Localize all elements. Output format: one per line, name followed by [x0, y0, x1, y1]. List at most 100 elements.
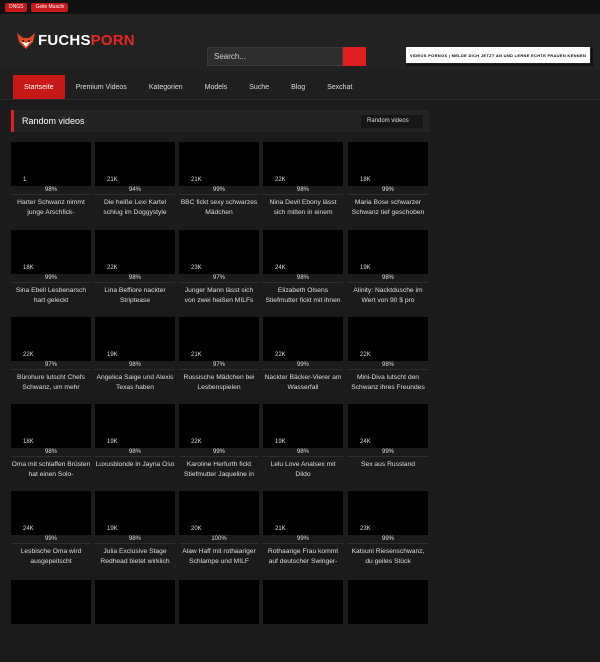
- video-thumbnail[interactable]: 22K: [95, 230, 175, 274]
- video-thumbnail[interactable]: 21K: [179, 142, 259, 186]
- video-card[interactable]: [348, 580, 428, 662]
- video-thumbnail[interactable]: 19K: [95, 491, 175, 535]
- video-card[interactable]: [95, 580, 175, 662]
- video-title[interactable]: Die heiße Lexi Kartel schlug im Doggysty…: [95, 198, 175, 219]
- video-title[interactable]: Alaw Haff mit rothaariger Schlampe und M…: [179, 547, 259, 568]
- video-title[interactable]: Karoline Herfurth fickt Stiefmutter Jaqu…: [179, 460, 259, 481]
- video-title[interactable]: Alinity: Nacktdusche im Wert von 90 $ pr…: [348, 286, 428, 307]
- video-card[interactable]: 20K 100% Alaw Haff mit rothaariger Schlamp…: [179, 491, 259, 573]
- video-thumbnail[interactable]: 22K: [348, 317, 428, 361]
- video-card[interactable]: 22K 98% Lina Beffiore nackter Striptease: [95, 230, 175, 312]
- video-thumbnail[interactable]: 20K: [179, 491, 259, 535]
- nav-item-premium-videos[interactable]: Premium Videos: [65, 75, 138, 99]
- video-thumbnail[interactable]: 22K: [263, 142, 343, 186]
- video-thumbnail[interactable]: 22K: [11, 317, 91, 361]
- video-card[interactable]: [263, 580, 343, 662]
- video-title[interactable]: Lesbische Oma wird ausgepeitscht: [11, 547, 91, 568]
- nav-item-sexchat[interactable]: Sexchat: [316, 75, 363, 99]
- nav-item-suche[interactable]: Suche: [238, 75, 280, 99]
- video-card[interactable]: 23K 97% Junger Mann lässt sich von zwei he…: [179, 230, 259, 312]
- video-title[interactable]: Elizabeth Olsens Stiefmutter fickt mit i…: [263, 286, 343, 307]
- video-card[interactable]: 21K 99% BBC fickt sexy schwarzes Mädchen: [179, 142, 259, 224]
- video-title[interactable]: Mini-Diva lutscht den Schwanz ihres Freu…: [348, 373, 428, 394]
- video-thumbnail[interactable]: 24K: [263, 230, 343, 274]
- video-thumbnail[interactable]: 24K: [11, 491, 91, 535]
- video-thumbnail[interactable]: 22K: [179, 404, 259, 448]
- video-card[interactable]: 21K 97% Russische Mädchen bei Lesbenspiele…: [179, 317, 259, 399]
- video-thumbnail[interactable]: 1: [11, 142, 91, 186]
- video-title[interactable]: Sex aus Russland: [348, 460, 428, 481]
- video-card[interactable]: [11, 580, 91, 662]
- video-title[interactable]: Sina Ebell Lesbenarsch hart geleckt: [11, 286, 91, 307]
- video-thumbnail[interactable]: [348, 580, 428, 624]
- video-card[interactable]: 1 98% Harter Schwanz nimmt junge Arschfick…: [11, 142, 91, 224]
- video-title[interactable]: Maria Bose schwarzer Schwanz tief gescho…: [348, 198, 428, 219]
- video-title[interactable]: BBC fickt sexy schwarzes Mädchen: [179, 198, 259, 219]
- video-card[interactable]: 19K 98% Luxusblonde in Jayna Oso: [95, 404, 175, 486]
- video-card[interactable]: 22K 98% Mini-Diva lutscht den Schwanz ihre…: [348, 317, 428, 399]
- video-card[interactable]: 23K 99% Katsuni Riesenschwanz, du geiles S…: [348, 491, 428, 573]
- video-card[interactable]: 19K 98% Angelica Saige und Alexis Texas ha…: [95, 317, 175, 399]
- video-thumbnail[interactable]: 22K: [263, 317, 343, 361]
- video-title[interactable]: Luxusblonde in Jayna Oso: [95, 460, 175, 481]
- video-thumbnail[interactable]: 18K: [348, 142, 428, 186]
- site-logo[interactable]: FUCHSPORN: [17, 32, 135, 49]
- video-title[interactable]: Nina Devil Ebony lässt sich mitten in ei…: [263, 198, 343, 219]
- video-thumbnail[interactable]: 21K: [179, 317, 259, 361]
- video-card[interactable]: 22K 97% Bürohure lutscht Chefs Schwanz, um…: [11, 317, 91, 399]
- nav-item-startseite[interactable]: Startseite: [13, 75, 65, 99]
- video-title[interactable]: Angelica Saige und Alexis Texas haben: [95, 373, 175, 394]
- video-card[interactable]: 24K 99% Sex aus Russland: [348, 404, 428, 486]
- video-title[interactable]: Russische Mädchen bei Lesbenspielen: [179, 373, 259, 394]
- video-thumbnail[interactable]: 21K: [95, 142, 175, 186]
- search-button[interactable]: [343, 47, 366, 66]
- video-title[interactable]: Rothaarige Frau kommt auf deutscher Swin…: [263, 547, 343, 568]
- sort-select[interactable]: Random videos: [361, 114, 423, 128]
- video-card[interactable]: 24K 98% Elizabeth Olsens Stiefmutter fickt…: [263, 230, 343, 312]
- video-card[interactable]: 21K 99% Rothaarige Frau kommt auf deutsche…: [263, 491, 343, 573]
- video-title[interactable]: Junger Mann lässt sich von zwei heißen M…: [179, 286, 259, 307]
- video-title[interactable]: Oma mit schlaffen Brüsten hat einen Solo…: [11, 460, 91, 481]
- top-tag-1[interactable]: DNGS: [5, 2, 28, 12]
- video-title[interactable]: Bürohure lutscht Chefs Schwanz, um mehr: [11, 373, 91, 394]
- video-card[interactable]: 24K 99% Lesbische Oma wird ausgepeitscht: [11, 491, 91, 573]
- video-title[interactable]: Julia Exclusive Stage Redhead bietet wir…: [95, 547, 175, 568]
- video-card[interactable]: 18K 99% Maria Bose schwarzer Schwanz tief …: [348, 142, 428, 224]
- video-thumbnail[interactable]: [11, 580, 91, 624]
- video-card[interactable]: 21K 94% Die heiße Lexi Kartel schlug im Do…: [95, 142, 175, 224]
- video-thumbnail[interactable]: [263, 580, 343, 624]
- video-thumbnail[interactable]: 24K: [348, 404, 428, 448]
- video-card[interactable]: 18K 99% Sina Ebell Lesbenarsch hart geleck…: [11, 230, 91, 312]
- nav-item-kategorien[interactable]: Kategorien: [138, 75, 194, 99]
- video-title[interactable]: Lelu Love Analsex mit Dildo: [263, 460, 343, 481]
- video-card[interactable]: 19K 98% Lelu Love Analsex mit Dildo: [263, 404, 343, 486]
- rating: 98%: [263, 186, 343, 195]
- top-tag-2[interactable]: Geile Muschi: [31, 2, 69, 12]
- video-title[interactable]: Nackter Bäcker-Vierer am Wasserfall: [263, 373, 343, 394]
- video-card[interactable]: 22K 99% Karoline Herfurth fickt Stiefmutte…: [179, 404, 259, 486]
- video-thumbnail[interactable]: 23K: [348, 491, 428, 535]
- video-card[interactable]: 18K 98% Oma mit schlaffen Brüsten hat eine…: [11, 404, 91, 486]
- video-thumbnail[interactable]: 23K: [179, 230, 259, 274]
- video-card[interactable]: 19K 98% Julia Exclusive Stage Redhead biet…: [95, 491, 175, 573]
- video-thumbnail[interactable]: 18K: [11, 404, 91, 448]
- video-thumbnail[interactable]: 19K: [263, 404, 343, 448]
- search-input[interactable]: [207, 47, 343, 66]
- video-thumbnail[interactable]: [95, 580, 175, 624]
- video-thumbnail[interactable]: 19K: [95, 317, 175, 361]
- video-thumbnail[interactable]: 18K: [11, 230, 91, 274]
- video-thumbnail[interactable]: [179, 580, 259, 624]
- video-thumbnail[interactable]: 21K: [263, 491, 343, 535]
- nav-item-blog[interactable]: Blog: [280, 75, 316, 99]
- video-title[interactable]: Lina Beffiore nackter Striptease: [95, 286, 175, 307]
- video-title[interactable]: Katsuni Riesenschwanz, du geiles Stück: [348, 547, 428, 568]
- video-card[interactable]: [179, 580, 259, 662]
- video-thumbnail[interactable]: 19K: [95, 404, 175, 448]
- video-card[interactable]: 22K 98% Nina Devil Ebony lässt sich mitten…: [263, 142, 343, 224]
- video-thumbnail[interactable]: 19K: [348, 230, 428, 274]
- nav-item-models[interactable]: Models: [194, 75, 239, 99]
- video-title[interactable]: Harter Schwanz nimmt junge Arschfick-: [11, 198, 91, 219]
- video-card[interactable]: 22K 99% Nackter Bäcker-Vierer am Wasserfal…: [263, 317, 343, 399]
- video-card[interactable]: 19K 98% Alinity: Nacktdusche im Wert von 9…: [348, 230, 428, 312]
- ad-banner[interactable]: VIDEOS PORNOS | MELDE DICH JETZT AN UND …: [405, 46, 591, 64]
